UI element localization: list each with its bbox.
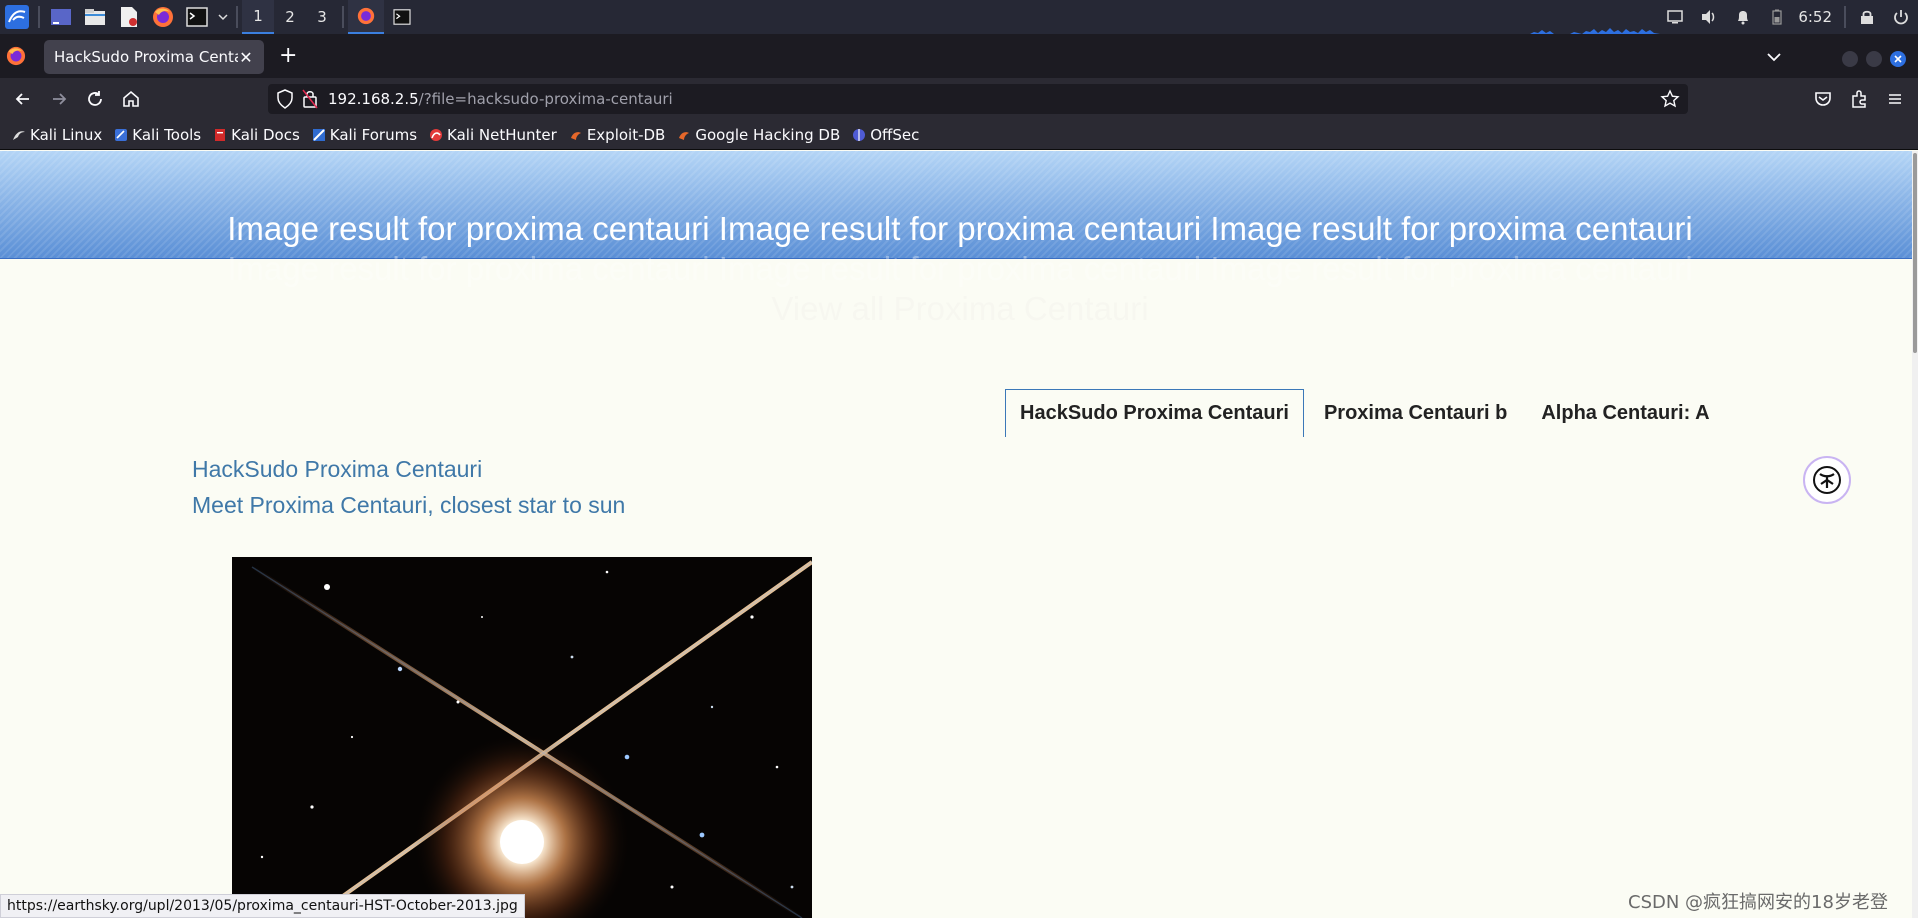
system-tray: 6:52 xyxy=(1658,0,1918,34)
browser-tab[interactable]: HackSudo Proxima Centauri ✕ xyxy=(44,40,264,74)
lock-icon[interactable] xyxy=(302,89,318,113)
bookmark-label: Kali NetHunter xyxy=(447,125,557,144)
bookmark-star-icon[interactable] xyxy=(1660,89,1680,113)
firefox-launcher-icon[interactable] xyxy=(146,0,180,34)
new-tab-button[interactable]: + xyxy=(279,45,297,67)
kali-forums-icon xyxy=(312,128,325,141)
bookmark-label: Exploit-DB xyxy=(586,125,666,144)
shield-icon[interactable] xyxy=(276,89,294,113)
bookmark-kali-tools[interactable]: Kali Tools xyxy=(114,126,201,144)
bookmark-kali-docs[interactable]: Kali Docs xyxy=(213,126,300,144)
panel-separator xyxy=(236,6,238,28)
bookmark-kali-linux[interactable]: Kali Linux xyxy=(12,126,102,144)
bookmark-label: Kali Linux xyxy=(30,125,103,144)
bookmark-offsec[interactable]: OffSec xyxy=(852,126,919,144)
desktop-icon[interactable] xyxy=(44,0,78,34)
workspace-2[interactable]: 2 xyxy=(274,0,306,34)
kali-dragon-icon xyxy=(13,130,25,140)
url-bar[interactable]: 192.168.2.5/?file=hacksudo-proxima-centa… xyxy=(268,84,1688,114)
tab-alpha-centauri-a[interactable]: Alpha Centauri: A xyxy=(1527,389,1723,437)
bookmark-kali-forums[interactable]: Kali Forums xyxy=(312,126,417,144)
reload-icon[interactable] xyxy=(84,88,106,110)
close-icon[interactable]: ✕ xyxy=(238,48,254,67)
firefox-view-icon[interactable] xyxy=(6,46,34,68)
assistant-icon[interactable] xyxy=(1803,456,1851,504)
hero-text: Image result for proxima centauri Image … xyxy=(190,209,1730,329)
browser-tab-bar: HackSudo Proxima Centauri ✕ + xyxy=(0,34,1918,78)
page-content: Image result for proxima centauri Image … xyxy=(0,151,1918,918)
link-hacksudo-proxima-centauri[interactable]: HackSudo Proxima Centauri xyxy=(192,456,482,483)
lock-icon[interactable] xyxy=(1850,0,1884,34)
text-editor-icon[interactable] xyxy=(112,0,146,34)
kali-menu-icon[interactable] xyxy=(0,0,34,34)
bookmark-label: Kali Tools xyxy=(132,125,202,144)
bookmark-exploit-db[interactable]: Exploit-DB xyxy=(569,125,666,144)
taskbar-firefox-window[interactable] xyxy=(348,0,384,34)
display-icon[interactable] xyxy=(1658,0,1692,34)
tab-title: HackSudo Proxima Centauri xyxy=(54,48,238,66)
proxima-centauri-image[interactable] xyxy=(232,557,812,918)
panel-separator xyxy=(1844,6,1846,28)
chevron-down-icon[interactable] xyxy=(214,0,232,34)
battery-icon[interactable] xyxy=(1760,0,1794,34)
tab-proxima-centauri-b[interactable]: Proxima Centauri b xyxy=(1310,389,1521,437)
clock[interactable]: 6:52 xyxy=(1794,8,1840,26)
panel-separator xyxy=(38,6,40,28)
panel-separator xyxy=(342,6,344,28)
bookmarks-toolbar: Kali Linux Kali Tools Kali Docs Kali For… xyxy=(0,120,1918,150)
close-window-button[interactable] xyxy=(1890,51,1906,67)
ghdb-icon xyxy=(679,131,690,140)
extensions-icon[interactable] xyxy=(1848,88,1870,110)
chevron-down-icon[interactable] xyxy=(1766,48,1786,68)
bookmark-label: Kali Docs xyxy=(231,125,300,144)
forward-arrow-icon[interactable] xyxy=(48,88,70,110)
status-link-preview: https://earthsky.org/upl/2013/05/proxima… xyxy=(0,894,525,918)
minimize-button[interactable] xyxy=(1842,51,1858,67)
link-meet-proxima-centauri[interactable]: Meet Proxima Centauri, closest star to s… xyxy=(192,492,625,519)
hero-view-all-link[interactable]: View all Proxima Centauri xyxy=(190,289,1730,329)
taskbar-terminal-window[interactable] xyxy=(384,0,420,34)
back-arrow-icon[interactable] xyxy=(12,88,34,110)
nethunter-icon xyxy=(430,128,443,141)
exploit-db-icon xyxy=(570,131,581,140)
hamburger-menu-icon[interactable] xyxy=(1884,88,1906,110)
hero-line-1: Image result for proxima centauri Image … xyxy=(227,210,1693,247)
url-path: /?file=hacksudo-proxima-centauri xyxy=(418,90,673,108)
page-tabs: HackSudo Proxima Centauri Proxima Centau… xyxy=(1005,389,1730,437)
file-manager-icon[interactable] xyxy=(78,0,112,34)
url-text[interactable]: 192.168.2.5/?file=hacksudo-proxima-centa… xyxy=(328,90,673,108)
hero-line-2: Image result for proxima centauri Image … xyxy=(227,250,1693,287)
tab-hacksudo-proxima-centauri[interactable]: HackSudo Proxima Centauri xyxy=(1005,389,1304,437)
bookmark-label: Kali Forums xyxy=(329,125,418,144)
cpu-graph-icon xyxy=(1530,28,1660,34)
url-host: 192.168.2.5 xyxy=(328,90,419,108)
scrollbar-thumb[interactable] xyxy=(1913,153,1917,353)
kali-docs-icon xyxy=(215,128,226,141)
power-icon[interactable] xyxy=(1884,0,1918,34)
navigation-toolbar: 192.168.2.5/?file=hacksudo-proxima-centa… xyxy=(0,78,1918,120)
workspace-1[interactable]: 1 xyxy=(242,0,274,34)
kali-tools-icon xyxy=(115,128,128,141)
terminal-launcher-icon[interactable] xyxy=(180,0,214,34)
volume-icon[interactable] xyxy=(1692,0,1726,34)
top-panel: 1 2 3 6:52 xyxy=(0,0,1918,34)
bookmark-google-hacking-db[interactable]: Google Hacking DB xyxy=(677,126,840,144)
bookmark-label: OffSec xyxy=(870,125,920,144)
maximize-button[interactable] xyxy=(1866,51,1882,67)
watermark: CSDN @疯狂搞网安的18岁老登 xyxy=(1628,892,1888,913)
offsec-icon xyxy=(853,128,866,141)
pocket-icon[interactable] xyxy=(1812,88,1834,110)
bookmark-label: Google Hacking DB xyxy=(695,125,841,144)
home-icon[interactable] xyxy=(120,88,142,110)
bookmark-kali-nethunter[interactable]: Kali NetHunter xyxy=(429,126,557,144)
workspace-3[interactable]: 3 xyxy=(306,0,338,34)
notification-bell-icon[interactable] xyxy=(1726,0,1760,34)
